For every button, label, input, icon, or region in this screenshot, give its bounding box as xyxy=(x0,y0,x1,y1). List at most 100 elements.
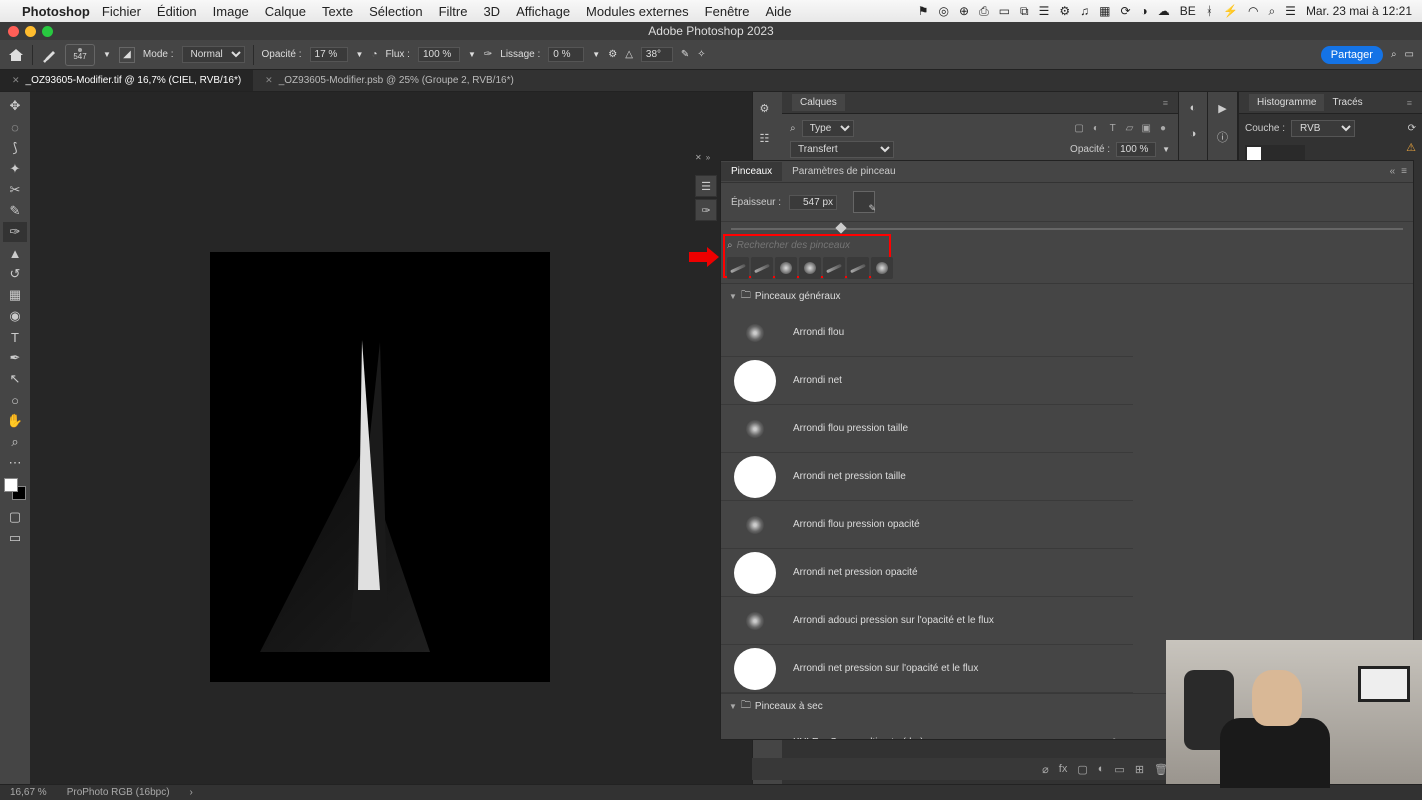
menu-fichier[interactable]: Fichier xyxy=(102,4,141,19)
status-icon[interactable]: ⟳ xyxy=(1120,4,1130,18)
status-more-icon[interactable]: › xyxy=(190,787,193,798)
gradient-tool[interactable]: ▦ xyxy=(3,285,27,305)
filter-type-icon[interactable]: T xyxy=(1106,123,1120,134)
angle-input[interactable] xyxy=(641,47,673,62)
brush-list-item[interactable]: Arrondi net pression sur l'opacité et le… xyxy=(721,645,1133,693)
recent-brush[interactable] xyxy=(823,257,845,279)
pressure-opacity-icon[interactable]: ◔ xyxy=(371,49,377,60)
brush-list-item[interactable]: KYLE – Crayon ultimate (dur)✎ xyxy=(721,719,1133,739)
layer-fx-icon[interactable]: fx xyxy=(1059,763,1068,775)
battery-icon[interactable]: ⚡ xyxy=(1223,4,1238,18)
filter-toggle-icon[interactable]: ● xyxy=(1156,123,1170,134)
eyedropper-tool[interactable]: ✎ xyxy=(3,201,27,221)
new-layer-icon[interactable]: ⊞ xyxy=(1135,763,1144,776)
menu-filtre[interactable]: Filtre xyxy=(439,4,468,19)
layers-tab[interactable]: Calques xyxy=(792,94,845,111)
quick-mask-button[interactable]: ▢ xyxy=(3,507,27,527)
brush-list-item[interactable]: Arrondi net xyxy=(721,357,1133,405)
brush-settings-tab[interactable]: Paramètres de pinceau xyxy=(782,162,905,181)
adjustments-icon[interactable]: ⚙ xyxy=(760,102,776,118)
paths-tab[interactable]: Tracés xyxy=(1324,94,1370,111)
brush-list-item[interactable]: Arrondi flou xyxy=(721,309,1133,357)
wifi-icon[interactable]: ◠ xyxy=(1248,4,1258,18)
status-icon[interactable]: ⧉ xyxy=(1020,4,1029,19)
control-center-icon[interactable]: ☰ xyxy=(1285,4,1296,18)
stamp-tool[interactable]: ▲ xyxy=(3,243,27,263)
status-icon[interactable]: ☰ xyxy=(1039,4,1050,18)
status-icon[interactable]: ♫ xyxy=(1080,4,1089,18)
type-tool[interactable]: T xyxy=(3,327,27,347)
flux-input[interactable] xyxy=(418,47,460,62)
marquee-tool[interactable]: ◌ xyxy=(3,117,27,137)
screen-mode-button[interactable]: ▭ xyxy=(3,528,27,548)
blend-mode-select[interactable]: Normal xyxy=(182,46,245,63)
panel-icon[interactable]: ◐ xyxy=(1190,102,1197,114)
panel-menu-icon[interactable]: ≡ xyxy=(1407,98,1412,108)
smoothing-options-icon[interactable]: ⚙ xyxy=(608,49,617,60)
move-tool[interactable]: ✥ xyxy=(3,96,27,116)
status-icon[interactable]: ◎ xyxy=(939,4,949,18)
recent-brush[interactable] xyxy=(871,257,893,279)
path-select-tool[interactable]: ↖ xyxy=(3,369,27,389)
recent-brush[interactable] xyxy=(847,257,869,279)
menu-3d[interactable]: 3D xyxy=(483,4,500,19)
chevron-down-icon[interactable]: ▼ xyxy=(592,50,600,59)
layer-mask-icon[interactable]: ▢ xyxy=(1077,763,1087,776)
status-icon[interactable]: ⚙ xyxy=(1059,4,1070,18)
close-tab-icon[interactable]: ✕ xyxy=(12,75,20,86)
brush-tool[interactable]: ✑ xyxy=(3,222,27,242)
brush-list-item[interactable]: Arrondi net pression opacité xyxy=(721,549,1133,597)
recent-brush[interactable] xyxy=(727,257,749,279)
brush-preset-picker[interactable]: 547 xyxy=(65,44,95,66)
panel-menu-icon[interactable]: ≡ xyxy=(1163,98,1168,108)
zoom-tool[interactable]: ⌕ xyxy=(3,432,27,452)
layer-opacity-input[interactable] xyxy=(1116,142,1156,157)
chevron-down-icon[interactable]: ▼ xyxy=(356,50,364,59)
opacity-input[interactable] xyxy=(310,47,348,62)
share-button[interactable]: Partager xyxy=(1321,46,1383,64)
status-icon[interactable]: ▭ xyxy=(999,4,1010,18)
more-tools[interactable]: ⋯ xyxy=(3,453,27,473)
menu-edition[interactable]: Édition xyxy=(157,4,197,19)
pen-tool[interactable]: ✒ xyxy=(3,348,27,368)
canvas[interactable] xyxy=(30,92,752,784)
group-icon[interactable]: ▭ xyxy=(1114,763,1124,776)
brush-list-item[interactable]: Arrondi adouci pression sur l'opacité et… xyxy=(721,597,1133,645)
chevron-down-icon[interactable]: ▼ xyxy=(103,50,111,59)
home-icon[interactable] xyxy=(8,48,24,62)
bluetooth-icon[interactable]: ᚼ xyxy=(1206,4,1213,18)
brush-tool-icon[interactable]: ☰ xyxy=(695,175,717,197)
recent-brush[interactable] xyxy=(775,257,797,279)
brush-list-item[interactable]: Arrondi net pression taille xyxy=(721,453,1133,501)
close-panel-icon[interactable]: ✕ xyxy=(695,153,702,163)
blur-tool[interactable]: ◉ xyxy=(3,306,27,326)
info-icon[interactable]: ⓘ xyxy=(1217,129,1228,145)
properties-icon[interactable]: ☷ xyxy=(760,132,776,148)
collapse-panel-icon[interactable]: » xyxy=(706,153,710,163)
filter-smart-icon[interactable]: ▣ xyxy=(1139,123,1153,134)
layer-filter-select[interactable]: Type xyxy=(802,120,854,137)
brush-tool-icon[interactable]: ✑ xyxy=(695,199,717,221)
collapse-icon[interactable]: « xyxy=(1390,166,1396,177)
refresh-icon[interactable]: ⟳ xyxy=(1408,123,1416,134)
menu-fenetre[interactable]: Fenêtre xyxy=(705,4,750,19)
menu-image[interactable]: Image xyxy=(213,4,249,19)
brush-group-header[interactable]: ▼🗀 Pinceaux généraux xyxy=(721,283,1413,309)
menu-texte[interactable]: Texte xyxy=(322,4,353,19)
status-icon[interactable]: BE xyxy=(1180,4,1196,18)
airbrush-icon[interactable]: ✑ xyxy=(484,49,492,60)
chevron-down-icon[interactable]: ▼ xyxy=(1162,145,1170,154)
menu-selection[interactable]: Sélection xyxy=(369,4,422,19)
symmetry-icon[interactable]: ✧ xyxy=(697,49,705,60)
brush-settings-icon[interactable]: ◢ xyxy=(119,47,135,63)
brush-size-slider[interactable] xyxy=(731,222,1403,236)
status-icon[interactable]: ◑ xyxy=(1141,4,1148,18)
history-brush-tool[interactable]: ↺ xyxy=(3,264,27,284)
crop-tool[interactable]: ✂ xyxy=(3,180,27,200)
menu-aide[interactable]: Aide xyxy=(765,4,791,19)
recent-brush[interactable] xyxy=(799,257,821,279)
adjustment-layer-icon[interactable]: ◐ xyxy=(1098,763,1105,775)
lissage-input[interactable] xyxy=(548,47,584,62)
status-icon[interactable]: ▦ xyxy=(1099,4,1110,18)
status-icon[interactable]: ⎙ xyxy=(979,4,989,19)
